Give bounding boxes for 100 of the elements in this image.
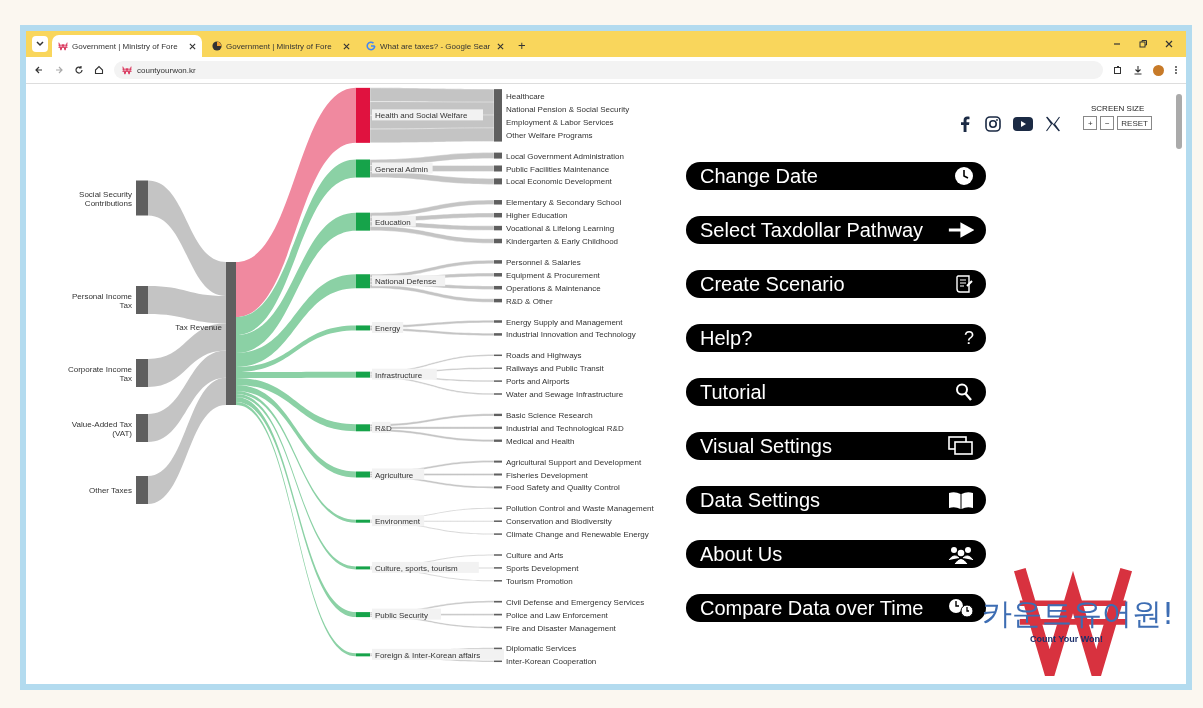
browser-tab[interactable]: What are taxes? - Google Sear (360, 35, 510, 57)
sankey-node (494, 178, 502, 185)
won-icon (58, 41, 68, 51)
node-label: Civil Defense and Emergency Services (506, 597, 645, 607)
browser-tab[interactable]: Government | Ministry of Fore (52, 35, 202, 57)
node-label: Higher Education (506, 211, 568, 221)
node-label: Infrastructure (372, 368, 437, 380)
menu-button[interactable]: Help? ? (686, 324, 986, 352)
book-icon (948, 490, 974, 510)
sankey-node (136, 180, 148, 216)
sankey-node (494, 613, 502, 616)
node-label: Elementary & Secondary School (506, 198, 622, 208)
browser-tab[interactable]: Government | Ministry of Fore (206, 35, 356, 57)
sankey-node (494, 473, 502, 476)
node-label: R&D & Other (506, 296, 553, 306)
zoom-button[interactable]: + (1083, 116, 1098, 130)
node-label: National Pension & Social Security (506, 104, 630, 114)
sankey-node (136, 359, 148, 387)
node-label: Conservation and Biodiversity (506, 517, 612, 527)
reload-icon[interactable] (74, 65, 84, 75)
question-mark: ? (964, 327, 974, 349)
restore-icon[interactable] (1138, 39, 1148, 49)
menu-button[interactable]: About Us (686, 540, 986, 568)
node-label: Other Taxes (89, 486, 132, 495)
sankey-node (494, 354, 502, 357)
sankey-node (494, 507, 502, 510)
node-label: Social Security Contributions (79, 189, 132, 208)
node-label: Other Welfare Programs (506, 130, 593, 140)
clock-icon (954, 166, 974, 186)
profile-avatar[interactable] (1153, 64, 1164, 76)
node-label: Diplomatic Services (506, 644, 577, 654)
zoom-button[interactable]: − (1100, 116, 1115, 130)
node-label: Sports Development (506, 563, 579, 573)
sankey-node (494, 238, 502, 244)
node-label: Ports and Airports (506, 377, 570, 387)
video-play-icon[interactable] (1013, 117, 1034, 131)
sankey-node (494, 647, 502, 650)
home-icon[interactable] (94, 65, 104, 75)
menu-button[interactable]: Data Settings (686, 486, 986, 514)
zoom-button[interactable]: RESET (1117, 116, 1152, 130)
sankey-node (494, 439, 502, 442)
sankey-node (494, 165, 502, 172)
sankey-node (494, 212, 502, 218)
tab-title: Government | Ministry of Fore (72, 41, 179, 51)
more-icon[interactable] (1174, 65, 1178, 75)
node-label: Personnel & Salaries (506, 257, 581, 267)
scrollbar-thumb[interactable] (1176, 94, 1182, 149)
menu-button[interactable]: Visual Settings (686, 432, 986, 460)
new-tab-button[interactable]: + (514, 38, 530, 53)
node-label: Tax Revenue (175, 322, 222, 332)
sankey-node (494, 486, 502, 489)
google-icon (366, 41, 376, 51)
menu-button[interactable]: Create Scenario (686, 270, 986, 298)
search-icon (954, 382, 974, 402)
node-label: Local Economic Development (506, 177, 612, 187)
node-label: Kindergarten & Early Childhood (506, 237, 619, 246)
node-label: Railways and Public Transit (506, 364, 604, 374)
node-label: Medical and Health (506, 436, 575, 446)
extensions-icon[interactable] (1113, 65, 1123, 75)
close-icon[interactable] (343, 42, 350, 50)
node-label: Agriculture (372, 468, 425, 480)
node-label: Tourism Promotion (506, 576, 573, 586)
address-field[interactable]: countyourwon.kr (114, 61, 1103, 79)
node-label: Employment & Labor Services (506, 117, 614, 127)
menu-button[interactable]: Change Date (686, 162, 986, 190)
node-label: Energy Supply and Management (506, 317, 623, 327)
tab-list-button[interactable] (32, 36, 48, 52)
node-label: R&D (372, 421, 392, 433)
sankey-node (494, 600, 502, 603)
node-label: Operations & Maintenance (506, 283, 601, 293)
windows-icon (948, 436, 974, 456)
sankey-node (494, 200, 502, 205)
document-icon (954, 274, 974, 294)
instagram-icon[interactable] (985, 116, 1002, 132)
sankey-node (494, 413, 502, 417)
close-icon[interactable] (497, 42, 504, 50)
node-label: Pollution Control and Waste Management (506, 504, 654, 514)
sankey-node (494, 260, 502, 264)
sankey-node (494, 225, 502, 231)
node-label: Fisheries Development (506, 470, 588, 480)
menu-button[interactable]: Select Taxdollar Pathway (686, 216, 986, 244)
node-label: Climate Change and Renewable Energy (506, 530, 649, 540)
x-logo-icon[interactable] (1045, 116, 1062, 132)
node-label: Personal Income Tax (71, 291, 132, 310)
sankey-node (494, 285, 502, 290)
back-icon[interactable] (34, 65, 44, 75)
close-icon[interactable] (189, 42, 196, 50)
node-label: Health and Social Welfare (372, 109, 483, 121)
close-icon[interactable] (1164, 39, 1174, 49)
node-label: Agricultural Support and Development (506, 457, 642, 467)
node-label: Culture and Arts (506, 551, 564, 560)
node-label: Energy (372, 321, 404, 333)
arrow-right-icon (948, 220, 974, 240)
node-label: Corporate Income Tax (67, 364, 132, 383)
node-label: Roads and Highways (506, 351, 582, 361)
node-label: Inter-Korean Cooperation (506, 657, 597, 667)
sankey-node (494, 273, 502, 277)
menu-button[interactable]: Tutorial (686, 378, 986, 406)
download-icon[interactable] (1133, 65, 1143, 75)
sankey-node (494, 626, 502, 629)
